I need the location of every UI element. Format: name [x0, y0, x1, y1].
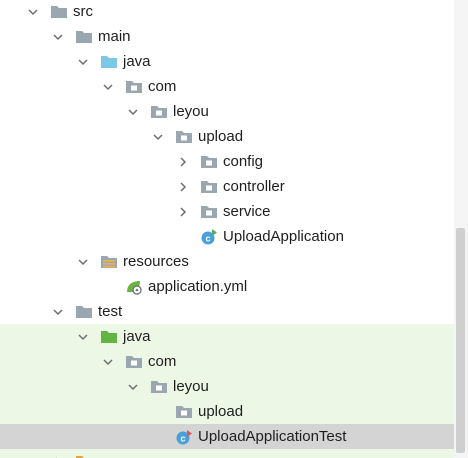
- project-tree-panel: src main java com leyou upload config controlle…: [0, 0, 468, 458]
- tree-node-label: java: [123, 53, 151, 70]
- tree-node-label: com: [148, 353, 177, 370]
- tree-node-src[interactable]: src: [0, 0, 454, 24]
- tree-node-uploadapplicationtest[interactable]: c UploadApplicationTest: [0, 424, 454, 449]
- tree-node-uploadapplication[interactable]: c UploadApplication: [0, 224, 454, 249]
- package-icon: [200, 154, 218, 170]
- package-icon: [175, 404, 193, 420]
- tree-node-label: service: [223, 203, 271, 220]
- tree-node-config[interactable]: config: [0, 149, 454, 174]
- package-icon: [200, 204, 218, 220]
- package-icon: [200, 179, 218, 195]
- chevron-down-icon[interactable]: [52, 30, 64, 44]
- tree-node-label: src: [73, 3, 93, 20]
- tree-node-java[interactable]: java: [0, 49, 454, 74]
- chevron-down-icon[interactable]: [77, 55, 89, 69]
- tree-node-leyou[interactable]: leyou: [0, 99, 454, 124]
- tree-node-label: main: [98, 28, 131, 45]
- tree-node-item[interactable]: [0, 449, 454, 458]
- tree-node-com[interactable]: com: [0, 74, 454, 99]
- spring-test-class-icon: c: [175, 429, 193, 445]
- package-icon: [125, 79, 143, 95]
- tree-node-service[interactable]: service: [0, 199, 454, 224]
- tree-node-label: controller: [223, 178, 285, 195]
- spring-yml-icon: [125, 279, 143, 295]
- chevron-down-icon[interactable]: [127, 380, 139, 394]
- svg-text:c: c: [180, 433, 185, 443]
- folder-icon: [75, 454, 93, 458]
- tree-node-label: upload: [198, 403, 244, 420]
- tree-node-upload[interactable]: upload: [0, 399, 454, 424]
- chevron-down-icon[interactable]: [102, 80, 114, 94]
- package-icon: [150, 379, 168, 395]
- tree-node-label: java: [123, 328, 151, 345]
- folder-icon: [75, 29, 93, 45]
- tree-node-label: UploadApplicationTest: [198, 428, 347, 445]
- tree-node-label: UploadApplication: [223, 228, 344, 245]
- source-folder-icon: [100, 54, 118, 70]
- folder-icon: [75, 304, 93, 320]
- chevron-down-icon[interactable]: [152, 130, 164, 144]
- chevron-right-icon[interactable]: [177, 180, 189, 194]
- chevron-right-icon[interactable]: [177, 205, 189, 219]
- tree-node-com[interactable]: com: [0, 349, 454, 374]
- chevron-down-icon[interactable]: [77, 255, 89, 269]
- chevron-down-icon[interactable]: [102, 355, 114, 369]
- tree-node-upload[interactable]: upload: [0, 124, 454, 149]
- vertical-scrollbar-thumb[interactable]: [456, 228, 465, 453]
- tree-node-label: test: [98, 303, 123, 320]
- tree-node-controller[interactable]: controller: [0, 174, 454, 199]
- tree-node-test[interactable]: test: [0, 299, 454, 324]
- chevron-right-icon[interactable]: [52, 455, 64, 458]
- test-folder-icon: [100, 329, 118, 345]
- resources-folder-icon: [100, 254, 118, 270]
- tree-node-label: upload: [198, 128, 244, 145]
- tree-node-java[interactable]: java: [0, 324, 454, 349]
- spring-class-icon: c: [200, 228, 218, 245]
- chevron-down-icon[interactable]: [52, 305, 64, 319]
- chevron-right-icon[interactable]: [177, 155, 189, 169]
- tree-node-application-yml[interactable]: application.yml: [0, 274, 454, 299]
- chevron-down-icon[interactable]: [127, 105, 139, 119]
- tree-node-label: resources: [123, 253, 189, 270]
- package-icon: [150, 104, 168, 120]
- chevron-down-icon[interactable]: [77, 330, 89, 344]
- tree-node-main[interactable]: main: [0, 24, 454, 49]
- tree-node-label: application.yml: [148, 278, 248, 295]
- package-icon: [125, 354, 143, 370]
- package-icon: [175, 129, 193, 145]
- folder-icon: [50, 4, 68, 20]
- tree-node-label: com: [148, 78, 177, 95]
- tree-node-label: config: [223, 153, 264, 170]
- tree-node-label: leyou: [173, 378, 209, 395]
- chevron-down-icon[interactable]: [27, 5, 39, 19]
- tree-node-label: leyou: [173, 103, 209, 120]
- svg-text:c: c: [205, 233, 210, 243]
- tree-node-leyou[interactable]: leyou: [0, 374, 454, 399]
- tree-node-resources[interactable]: resources: [0, 249, 454, 274]
